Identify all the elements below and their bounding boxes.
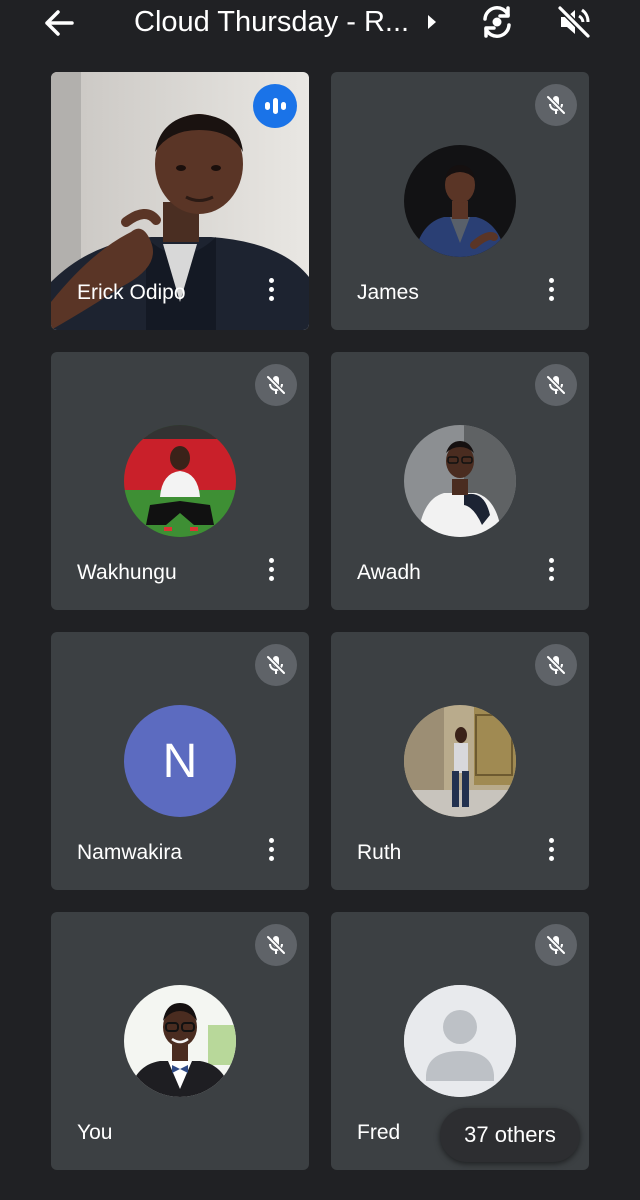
back-button[interactable] [40,6,78,40]
speaker-toggle-button[interactable] [554,2,594,42]
mic-off-icon [535,644,577,686]
more-options-button[interactable] [261,274,281,304]
participant-name: Awadh [357,561,421,584]
chevron-right-icon [428,15,436,29]
more-options-button[interactable] [261,554,281,584]
participant-name: James [357,281,419,304]
participant-tile-erick-odipo[interactable]: Erick Odipo [51,72,309,330]
participant-name: Namwakira [77,841,183,864]
top-bar: Cloud Thursday - R... [0,0,640,48]
mic-off-icon [535,364,577,406]
switch-camera-button[interactable] [476,2,518,42]
speaking-indicator-icon [253,84,297,128]
mic-off-icon [255,644,297,686]
more-options-button[interactable] [261,834,281,864]
mic-off-icon [535,924,577,966]
speaker-off-icon [557,5,591,39]
participant-name: Wakhungu [77,561,177,584]
arrow-left-icon [45,10,74,36]
participant-name: Fred [357,1121,401,1144]
meeting-info-button[interactable] [424,10,440,34]
avatar [124,985,236,1097]
more-options-button[interactable] [541,274,561,304]
more-vert-icon [268,837,274,843]
more-vert-icon [268,557,274,563]
participant-name: You [77,1121,113,1144]
more-vert-icon [548,277,554,283]
participant-name: Erick Odipo [77,281,186,304]
participant-tile-namwakira[interactable]: N Namwakira [51,632,309,890]
more-vert-icon [548,557,554,563]
participant-tile-awadh[interactable]: Awadh [331,352,589,610]
avatar [124,425,236,537]
participant-name: Ruth [357,841,402,864]
others-button[interactable]: 37 others [440,1108,580,1162]
more-options-button[interactable] [541,554,561,584]
participant-tile-james[interactable]: James [331,72,589,330]
participant-tile-wakhungu[interactable]: Wakhungu [51,352,309,610]
mic-off-icon [255,364,297,406]
mic-off-icon [255,924,297,966]
avatar: N [124,705,236,817]
more-vert-icon [268,277,274,283]
default-avatar-icon [404,985,516,1097]
switch-camera-icon [483,6,511,38]
avatar [404,705,516,817]
meeting-title[interactable]: Cloud Thursday - R... [134,4,414,40]
mic-off-icon [535,84,577,126]
avatar [404,145,516,257]
participant-tile-you[interactable]: You [51,912,309,1170]
more-vert-icon [548,837,554,843]
avatar [404,425,516,537]
more-options-button[interactable] [541,834,561,864]
participant-tile-ruth[interactable]: Ruth [331,632,589,890]
